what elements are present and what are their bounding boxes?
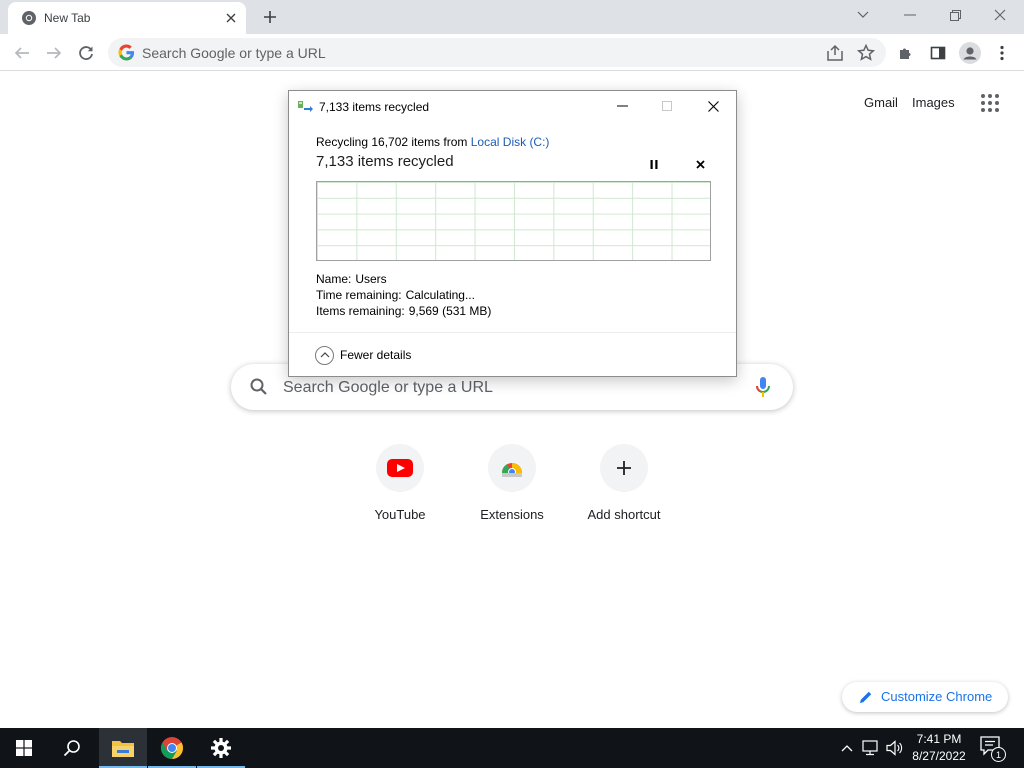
minimize-icon[interactable] — [896, 4, 924, 26]
detail-value: Calculating... — [405, 288, 475, 302]
dialog-divider — [289, 332, 736, 333]
address-bar[interactable]: Search Google or type a URL — [108, 38, 886, 67]
pause-icon[interactable] — [644, 155, 664, 173]
detail-time-remaining-row: Time remaining: Calculating... — [316, 288, 475, 302]
tab-search-chevron-icon[interactable] — [849, 4, 877, 26]
fewer-details-label: Fewer details — [340, 348, 412, 362]
detail-key: Items remaining: — [316, 304, 405, 318]
taskbar-search-icon[interactable] — [48, 728, 96, 768]
google-g-icon — [118, 44, 135, 61]
settings-gear-icon[interactable] — [197, 728, 245, 768]
shortcut-youtube[interactable]: YouTube — [344, 442, 456, 532]
taskbar-clock[interactable]: 7:41 PM 8/27/2022 — [906, 731, 972, 765]
profile-avatar-icon[interactable] — [956, 39, 984, 67]
images-link[interactable]: Images — [912, 95, 955, 110]
browser-titlebar: New Tab — [0, 0, 1024, 34]
show-hidden-icons-chevron-icon[interactable] — [837, 738, 857, 758]
new-tab-button[interactable] — [258, 6, 282, 28]
address-bar-placeholder: Search Google or type a URL — [142, 45, 326, 61]
shortcut-label: YouTube — [374, 507, 426, 522]
volume-icon[interactable] — [885, 738, 905, 758]
cancel-operation-icon[interactable] — [690, 155, 710, 173]
share-icon[interactable] — [825, 43, 845, 63]
network-icon[interactable] — [861, 738, 881, 758]
chrome-menu-icon[interactable] — [988, 39, 1016, 67]
dialog-title: 7,133 items recycled — [319, 100, 430, 114]
detail-value: 9,569 (531 MB) — [408, 304, 492, 318]
local-disk-link[interactable]: Local Disk (C:) — [471, 135, 550, 149]
voice-search-mic-icon[interactable] — [753, 376, 773, 398]
shortcut-add[interactable]: Add shortcut — [568, 442, 680, 532]
windows-taskbar: 7:41 PM 8/27/2022 1 — [0, 728, 1024, 768]
recycle-operation-icon — [298, 101, 313, 112]
recycle-source-line: Recycling 16,702 items from Local Disk (… — [316, 135, 549, 149]
close-window-icon[interactable] — [986, 4, 1014, 26]
chrome-icon — [22, 11, 36, 25]
speed-graph — [316, 181, 711, 261]
ntp-search-placeholder: Search Google or type a URL — [283, 379, 493, 396]
side-panel-icon[interactable] — [924, 39, 952, 67]
detail-value: Users — [355, 272, 387, 286]
tab-close-icon[interactable] — [222, 9, 240, 27]
file-explorer-icon[interactable] — [99, 728, 147, 768]
shortcut-label: Extensions — [480, 507, 544, 522]
chevron-up-icon — [315, 345, 334, 365]
clock-date: 8/27/2022 — [912, 749, 966, 763]
search-icon — [250, 378, 267, 395]
back-icon[interactable] — [8, 39, 36, 67]
notification-count-badge: 1 — [991, 747, 1006, 762]
browser-toolbar: Search Google or type a URL — [0, 34, 1024, 71]
dialog-minimize-icon[interactable] — [608, 95, 636, 117]
gmail-link[interactable]: Gmail — [864, 95, 898, 110]
shortcut-extensions[interactable]: Extensions — [456, 442, 568, 532]
dialog-titlebar[interactable]: 7,133 items recycled — [289, 91, 736, 121]
customize-chrome-button[interactable]: Customize Chrome — [842, 682, 1008, 712]
plus-icon — [600, 444, 648, 492]
restore-icon[interactable] — [941, 4, 969, 26]
clock-time: 7:41 PM — [916, 732, 962, 746]
dialog-close-icon[interactable] — [699, 95, 727, 117]
detail-key: Time remaining: — [316, 288, 402, 302]
google-apps-icon[interactable] — [981, 94, 999, 112]
start-windows-icon[interactable] — [0, 728, 48, 768]
bookmark-star-icon[interactable] — [856, 43, 876, 63]
tab-new-tab[interactable]: New Tab — [8, 2, 246, 34]
youtube-icon — [376, 444, 424, 492]
pencil-icon — [860, 691, 872, 703]
recycle-progress-dialog: 7,133 items recycled Recycling 16,702 it… — [288, 90, 737, 377]
taskbar-chrome-icon[interactable] — [148, 728, 196, 768]
progress-heading: 7,133 items recycled — [316, 153, 454, 170]
detail-key: Name: — [316, 272, 352, 286]
reload-icon[interactable] — [72, 39, 100, 67]
extensions-store-icon — [488, 444, 536, 492]
tab-title: New Tab — [44, 11, 91, 25]
forward-icon[interactable] — [40, 39, 68, 67]
recycle-source-text: Recycling 16,702 items from — [316, 135, 468, 149]
fewer-details-button[interactable]: Fewer details — [315, 345, 411, 365]
detail-name-row: Name: Users — [316, 272, 387, 286]
detail-items-remaining-row: Items remaining: 9,569 (531 MB) — [316, 304, 491, 318]
action-center-button[interactable]: 1 — [980, 736, 1006, 762]
shortcut-label: Add shortcut — [587, 507, 661, 522]
extensions-puzzle-icon[interactable] — [892, 39, 920, 67]
customize-chrome-label: Customize Chrome — [881, 689, 993, 704]
dialog-maximize-icon — [653, 95, 681, 117]
